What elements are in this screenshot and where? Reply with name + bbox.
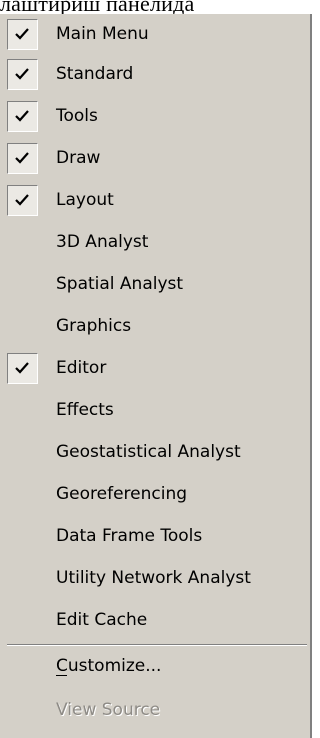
menu-item-graphics[interactable]: Graphics [0,306,310,346]
checkmark-box [7,353,38,384]
menu-item-label: 3D Analyst [56,232,149,252]
toolbars-context-menu: Main Menu Standard Tools Draw Layout 3D … [0,14,312,738]
menu-item-label: Main Menu [56,24,149,44]
checkmark-icon [15,28,29,40]
menu-item-geostatistical-analyst[interactable]: Geostatistical Analyst [0,432,310,472]
checkmark-box [7,19,38,50]
menu-item-spatial-analyst[interactable]: Spatial Analyst [0,264,310,304]
menu-item-editor[interactable]: Editor [0,348,310,388]
menu-item-3d-analyst[interactable]: 3D Analyst [0,222,310,262]
background-text-line: лаштириш панелида [0,0,195,14]
checkmark-box [7,185,38,216]
menu-item-label: Utility Network Analyst [56,568,251,588]
menu-item-label: Layout [56,190,114,210]
menu-item-label: Edit Cache [56,610,148,630]
checkmark-icon [15,362,29,374]
menu-item-edit-cache[interactable]: Edit Cache [0,600,310,640]
menu-item-label: Effects [56,400,114,420]
menu-item-label: Draw [56,148,101,168]
checkmark-icon [15,110,29,122]
menu-item-label: Spatial Analyst [56,274,184,294]
menu-item-draw[interactable]: Draw [0,138,310,178]
checkmark-icon [15,194,29,206]
menu-item-label: Data Frame Tools [56,526,203,546]
menu-item-label: Customize... [56,656,162,676]
checkmark-box [7,101,38,132]
checkmark-box [7,143,38,174]
menu-item-layout[interactable]: Layout [0,180,310,220]
mnemonic-underline [56,675,67,676]
menu-item-view-source: View Source [0,690,310,730]
menu-item-main-menu[interactable]: Main Menu [0,14,310,54]
menu-item-label: Tools [56,106,98,126]
menu-item-standard[interactable]: Standard [0,54,310,94]
checkmark-box [7,59,38,90]
menu-item-utility-network-analyst[interactable]: Utility Network Analyst [0,558,310,598]
menu-item-georeferencing[interactable]: Georeferencing [0,474,310,514]
menu-item-label: Georeferencing [56,484,188,504]
menu-item-label: Editor [56,358,107,378]
menu-item-effects[interactable]: Effects [0,390,310,430]
menu-item-label: Standard [56,64,134,84]
menu-item-data-frame-tools[interactable]: Data Frame Tools [0,516,310,556]
checkmark-icon [15,152,29,164]
menu-item-label: Graphics [56,316,132,336]
checkmark-icon [15,68,29,80]
menu-item-label: Geostatistical Analyst [56,442,241,462]
background-text: лаштириш панелида [0,0,318,14]
menu-item-customize[interactable]: Customize... [0,646,310,686]
menu-item-tools[interactable]: Tools [0,96,310,136]
menu-item-label: View Source [56,700,161,720]
